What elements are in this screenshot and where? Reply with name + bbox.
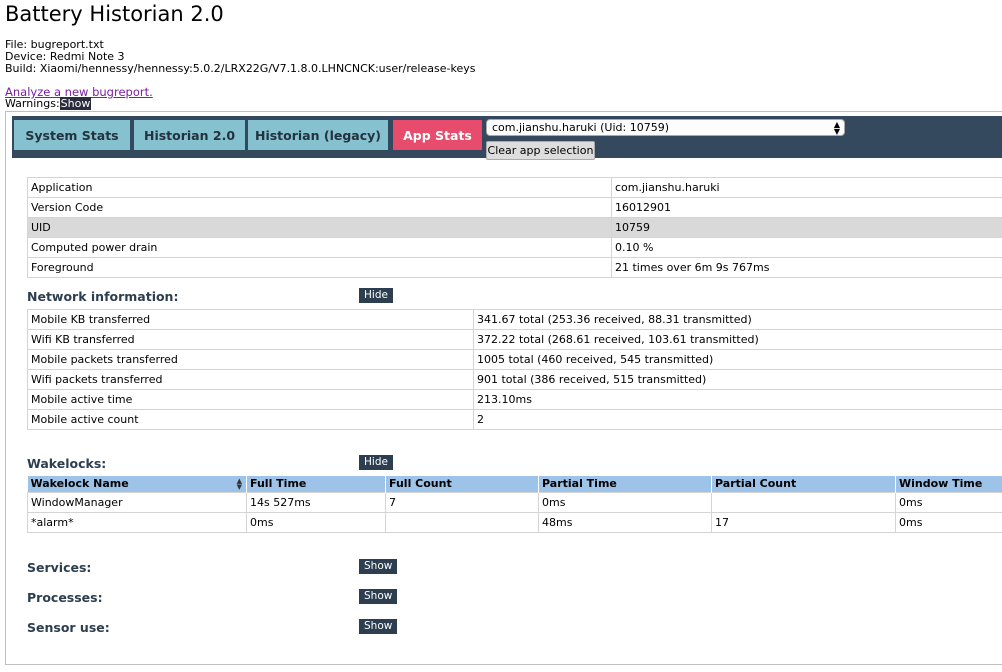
table-cell [385, 511, 539, 533]
table-cell: 0ms [895, 491, 1002, 513]
network-hide-button[interactable]: Hide [359, 288, 393, 303]
tab-system-stats[interactable]: System Stats [14, 120, 130, 150]
services-show-button[interactable]: Show [359, 559, 398, 574]
tab-app-stats[interactable]: App Stats [393, 120, 482, 150]
row-value: 21 times over 6m 9s 767ms [611, 257, 1002, 278]
wakelocks-hide-button[interactable]: Hide [359, 455, 393, 470]
column-header-full-time[interactable]: Full Time [246, 476, 386, 492]
table-row: UID 10759 [27, 217, 1002, 238]
row-label: Computed power drain [27, 237, 612, 258]
select-arrows-icon: ▲ ▼ [833, 120, 840, 136]
table-cell: 48ms [538, 511, 712, 533]
wakelocks-section-title: Wakelocks: [27, 456, 107, 471]
row-label: Foreground [27, 257, 612, 278]
table-cell: 14s 527ms [246, 491, 386, 513]
app-stats-panel: System Stats Historian 2.0 Historian (le… [5, 111, 1002, 665]
table-row: Mobile KB transferred 341.67 total (253.3… [27, 309, 1002, 330]
table-cell: 0ms [895, 511, 1002, 533]
app-selection-dropdown[interactable]: com.jianshu.haruki (Uid: 10759) ▲ ▼ [486, 119, 845, 136]
table-row: Application com.jianshu.haruki [27, 177, 1002, 198]
column-header-partial-time[interactable]: Partial Time [538, 476, 712, 492]
table-row: Wifi packets transferred 901 total (386 r… [27, 369, 1002, 390]
warnings-line: Warnings:Show [5, 97, 92, 110]
table-row: Mobile packets transferred 1005 total (46… [27, 349, 1002, 370]
sensor-use-show-button[interactable]: Show [359, 619, 398, 634]
processes-section-title: Processes: [27, 590, 103, 605]
warnings-label: Warnings: [5, 97, 60, 110]
processes-show-button[interactable]: Show [359, 589, 398, 604]
row-label: Mobile packets transferred [27, 349, 474, 370]
table-row: Mobile active time 213.10ms [27, 389, 1002, 410]
tabs-bar: System Stats Historian 2.0 Historian (le… [12, 116, 1002, 160]
warnings-show-button[interactable]: Show [59, 97, 92, 110]
network-section-title: Network information: [27, 289, 179, 304]
row-label: Mobile active count [27, 409, 474, 430]
table-cell: 0ms [538, 491, 712, 513]
row-label: Application [27, 177, 612, 198]
row-value: 213.10ms [473, 389, 1002, 410]
table-cell: 0ms [246, 511, 386, 533]
table-row: Mobile active count 2 [27, 409, 1002, 430]
tab-historian-2[interactable]: Historian 2.0 [134, 120, 245, 150]
table-row: Computed power drain 0.10 % [27, 237, 1002, 258]
table-cell: 7 [385, 491, 539, 513]
tab-historian-legacy[interactable]: Historian (legacy) [248, 120, 388, 150]
table-cell: WindowManager [27, 491, 247, 513]
clear-app-selection-button[interactable]: Clear app selection [486, 141, 595, 160]
row-value: 16012901 [611, 197, 1002, 218]
table-row: Version Code 16012901 [27, 197, 1002, 218]
row-value: 341.67 total (253.36 received, 88.31 tra… [473, 309, 1002, 330]
table-cell: 17 [711, 511, 896, 533]
column-header-partial-count[interactable]: Partial Count [711, 476, 896, 492]
table-row: Wifi KB transferred 372.22 total (268.61 … [27, 329, 1002, 350]
row-value: 10759 [611, 217, 1002, 238]
column-header-wakelock-name[interactable]: Wakelock Name ▲ ▼ [27, 476, 247, 492]
row-label: Version Code [27, 197, 612, 218]
row-label: Wifi KB transferred [27, 329, 474, 350]
table-cell [711, 491, 896, 513]
app-selection-value: com.jianshu.haruki (Uid: 10759) [492, 121, 669, 134]
build-info: Build: Xiaomi/hennessy/hennessy:5.0.2/LR… [5, 62, 476, 75]
row-label: Mobile KB transferred [27, 309, 474, 330]
sensor-use-section-title: Sensor use: [27, 620, 110, 635]
row-value: 372.22 total (268.61 received, 103.61 tr… [473, 329, 1002, 350]
column-header-full-count[interactable]: Full Count [385, 476, 539, 492]
app-info-table: Application com.jianshu.haruki Version Co… [27, 177, 1002, 278]
network-table: Mobile KB transferred 341.67 total (253.3… [27, 309, 1002, 430]
sort-icon: ▲ ▼ [236, 477, 242, 491]
services-section-title: Services: [27, 560, 92, 575]
row-value: 2 [473, 409, 1002, 430]
row-label: UID [27, 217, 612, 238]
column-header-window-time[interactable]: Window Time [895, 476, 1002, 492]
page-title: Battery Historian 2.0 [5, 2, 224, 26]
row-value: 901 total (386 received, 515 transmitted… [473, 369, 1002, 390]
row-value: 0.10 % [611, 237, 1002, 258]
table-header-row: Wakelock Name ▲ ▼ Full Time Full Count Par… [27, 476, 1002, 492]
row-value: 1005 total (460 received, 545 transmitte… [473, 349, 1002, 370]
row-value: com.jianshu.haruki [611, 177, 1002, 198]
wakelocks-table: Wakelock Name ▲ ▼ Full Time Full Count Par… [27, 476, 1002, 533]
table-row: Foreground 21 times over 6m 9s 767ms [27, 257, 1002, 278]
row-label: Mobile active time [27, 389, 474, 410]
table-row: WindowManager 14s 527ms 7 0ms 0ms [27, 491, 1002, 513]
row-label: Wifi packets transferred [27, 369, 474, 390]
table-row: *alarm* 0ms 48ms 17 0ms [27, 511, 1002, 533]
table-cell: *alarm* [27, 511, 247, 533]
